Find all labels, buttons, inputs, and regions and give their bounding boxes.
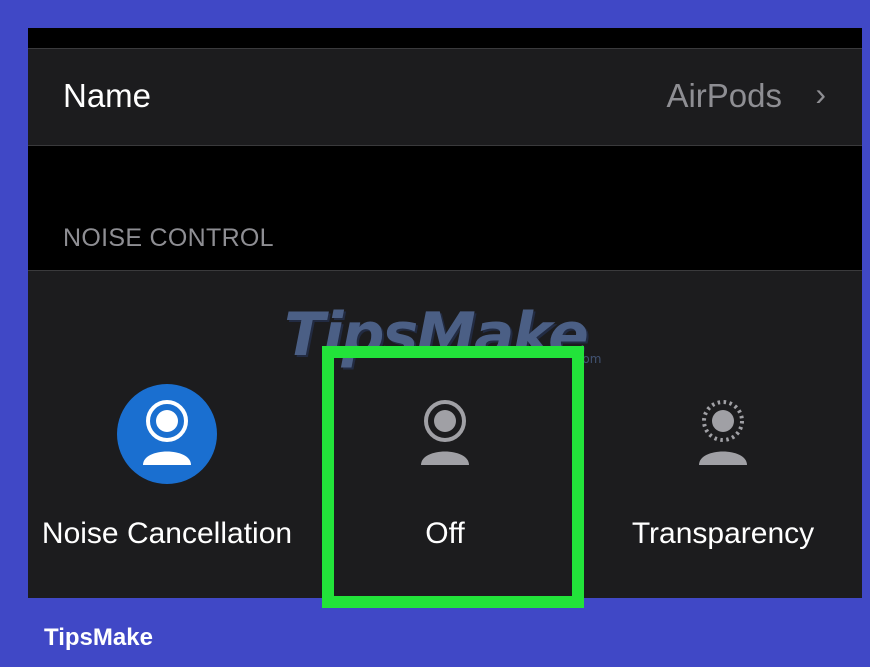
noise-cancellation-label: Noise Cancellation xyxy=(41,517,293,550)
name-value: AirPods xyxy=(666,77,782,114)
chevron-right-icon: › xyxy=(815,76,826,112)
name-row[interactable]: Name AirPods › xyxy=(28,49,862,146)
noise-cancellation-icon xyxy=(117,384,217,484)
image-frame: Name AirPods › NOISE CONTROL Noise Cance… xyxy=(0,0,870,667)
transparency-option[interactable]: Transparency xyxy=(584,271,862,598)
transparency-label: Transparency xyxy=(631,517,815,550)
noise-control-panel: Noise Cancellation Off Transparency xyxy=(28,270,862,598)
airpods-settings-screen: Name AirPods › NOISE CONTROL Noise Cance… xyxy=(28,28,862,598)
noise-control-header: NOISE CONTROL xyxy=(63,224,274,252)
listening-off-icon xyxy=(395,384,495,484)
noise-cancellation-option[interactable]: Noise Cancellation xyxy=(28,271,306,598)
off-label: Off xyxy=(425,517,465,550)
name-label: Name xyxy=(63,77,152,114)
brand-caption: TipsMake xyxy=(44,624,153,651)
transparency-icon xyxy=(673,384,773,484)
watermark-suffix: .com xyxy=(572,352,602,366)
top-strip xyxy=(28,28,862,49)
off-option[interactable]: Off xyxy=(306,271,584,598)
